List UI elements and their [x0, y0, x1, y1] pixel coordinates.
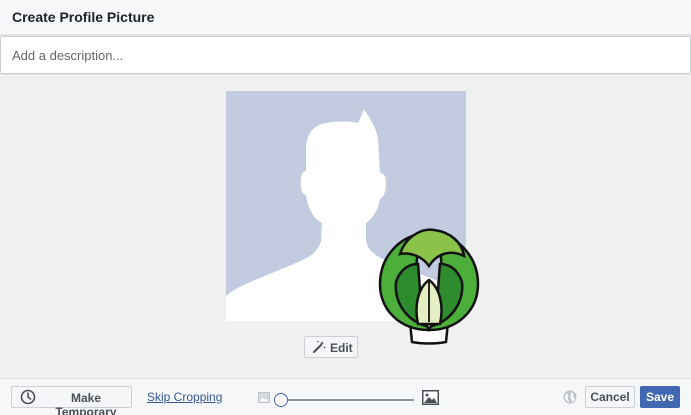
- dialog-footer: Make Temporary Skip Cropping Cancel Save: [0, 378, 691, 415]
- make-temporary-button[interactable]: Make Temporary: [11, 386, 132, 415]
- small-image-icon: [258, 392, 270, 403]
- description-input[interactable]: [0, 36, 691, 74]
- zoom-slider-thumb[interactable]: [274, 393, 288, 407]
- dialog-title: Create Profile Picture: [12, 9, 155, 25]
- edit-button-label: Edit: [330, 341, 353, 355]
- globe-icon[interactable]: [563, 390, 577, 404]
- zoom-slider-track[interactable]: [280, 399, 414, 401]
- large-image-icon: [422, 390, 439, 405]
- description-area: [0, 35, 691, 75]
- dialog-header: Create Profile Picture: [0, 0, 691, 35]
- magic-wand-icon: [313, 340, 326, 353]
- cancel-button[interactable]: Cancel: [585, 386, 635, 408]
- save-button[interactable]: Save: [640, 386, 680, 408]
- clock-icon: [20, 389, 36, 405]
- make-temporary-label: Make Temporary: [55, 391, 117, 415]
- brussels-sprout-sticker[interactable]: [376, 226, 482, 346]
- skip-cropping-link[interactable]: Skip Cropping: [147, 390, 222, 404]
- edit-button[interactable]: Edit: [304, 336, 358, 358]
